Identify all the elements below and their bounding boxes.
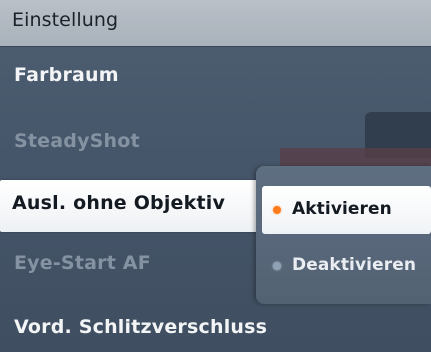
option-deaktivieren[interactable]: Deaktivieren <box>262 242 431 290</box>
menu-item-steadyshot: SteadyShot <box>0 118 431 170</box>
option-submenu: Aktivieren Deaktivieren <box>256 166 431 304</box>
selected-dot-icon <box>273 206 281 214</box>
option-label: Aktivieren <box>292 199 392 219</box>
menu-item-label: Vord. Schlitzverschluss <box>14 316 268 338</box>
menu-item-label: Farbraum <box>14 64 119 86</box>
option-label: Deaktivieren <box>292 255 417 275</box>
menu-item-label: Eye-Start AF <box>14 252 151 274</box>
menu-item-label: Ausl. ohne Objektiv <box>12 192 226 214</box>
option-aktivieren[interactable]: Aktivieren <box>262 186 431 234</box>
unselected-dot-icon <box>273 262 281 270</box>
menu-item-ausl-ohne-objektiv[interactable]: Ausl. ohne Objektiv <box>0 180 258 232</box>
menu-item-farbraum[interactable]: Farbraum <box>0 52 431 104</box>
menu-title: Einstellung <box>12 9 119 31</box>
menu-item-vord-schlitzverschluss[interactable]: Vord. Schlitzverschluss <box>0 304 431 352</box>
menu-header: Einstellung <box>0 0 431 46</box>
camera-menu-screen: Einstellung Farbraum SteadyShot Ausl. oh… <box>0 0 431 352</box>
menu-item-label: SteadyShot <box>14 130 140 152</box>
